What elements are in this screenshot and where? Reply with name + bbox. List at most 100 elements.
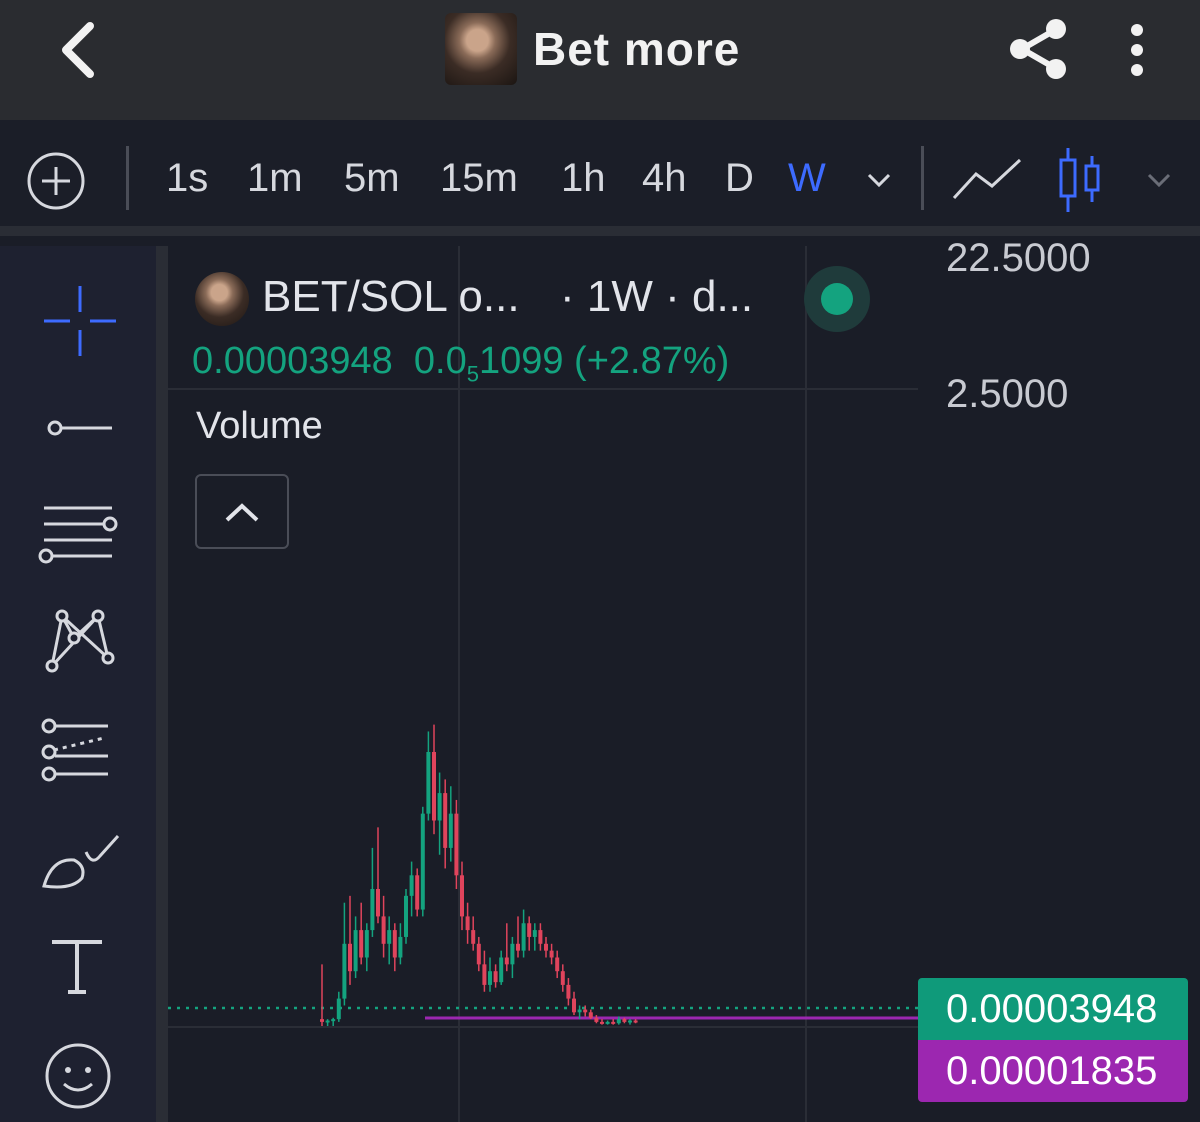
candle bbox=[633, 1019, 638, 1024]
candle bbox=[460, 861, 464, 931]
change-rest: 1099 (+2.87%) bbox=[478, 340, 730, 382]
token-avatar bbox=[445, 13, 517, 85]
horizontal-lines-tool[interactable] bbox=[30, 494, 130, 574]
candle bbox=[364, 923, 369, 972]
change-zero-count: 5 bbox=[466, 361, 479, 387]
toolbar-divider bbox=[921, 146, 924, 210]
drawing-toolbar bbox=[0, 246, 156, 1122]
timeframe-1m[interactable]: 1m bbox=[247, 156, 303, 201]
candle bbox=[381, 895, 386, 958]
candle bbox=[359, 902, 364, 965]
timeframe-15m[interactable]: 15m bbox=[440, 156, 518, 201]
pattern-tool[interactable] bbox=[30, 600, 130, 680]
candle bbox=[605, 1020, 610, 1025]
candle bbox=[398, 923, 403, 965]
projection-tool[interactable] bbox=[30, 712, 130, 792]
candle bbox=[465, 902, 470, 944]
share-button[interactable] bbox=[1005, 16, 1071, 82]
candle bbox=[415, 868, 420, 917]
chevron-down-icon bbox=[867, 173, 891, 188]
toolbar-divider bbox=[126, 146, 129, 210]
back-button[interactable] bbox=[50, 18, 110, 82]
symbol-name[interactable]: BET/SOL o... bbox=[262, 272, 520, 322]
candle bbox=[342, 902, 347, 1006]
page-title: Bet more bbox=[533, 23, 741, 75]
horizontal-lines-icon bbox=[38, 506, 118, 564]
chart-type-dropdown[interactable] bbox=[1146, 172, 1172, 188]
candle bbox=[493, 964, 498, 988]
timeframe-w[interactable]: W bbox=[788, 156, 826, 201]
candle bbox=[549, 943, 554, 965]
candle bbox=[504, 923, 509, 972]
candle bbox=[527, 916, 532, 951]
last-price-value: 0.00003948 bbox=[192, 340, 393, 382]
last-price-label: 0.00003948 bbox=[918, 978, 1188, 1040]
crosshair-tool[interactable] bbox=[30, 282, 130, 362]
change-value: 0.051099 (+2.87%) bbox=[413, 340, 730, 387]
candle bbox=[353, 916, 358, 979]
chart-toolbar: 1s 1m 5m 15m 1h 4h D W bbox=[0, 120, 1200, 236]
candle bbox=[331, 1017, 336, 1026]
collapse-legend-button[interactable] bbox=[195, 474, 289, 549]
timeframe-dropdown[interactable] bbox=[866, 172, 892, 188]
text-icon bbox=[52, 940, 102, 994]
share-icon bbox=[1010, 19, 1066, 79]
brush-icon bbox=[42, 834, 120, 889]
candle bbox=[532, 923, 537, 951]
candle bbox=[320, 964, 324, 1026]
candle bbox=[437, 772, 442, 855]
timeframe-5m[interactable]: 5m bbox=[344, 156, 400, 201]
crosshair-icon bbox=[44, 286, 116, 356]
symbol-interval: · 1W · d... bbox=[560, 272, 754, 321]
timeframe-4h[interactable]: 4h bbox=[642, 156, 687, 201]
candle bbox=[426, 731, 431, 821]
candle bbox=[611, 1019, 616, 1025]
change-prefix: 0.0 bbox=[413, 340, 467, 382]
line-chart-button[interactable] bbox=[952, 156, 1022, 204]
pattern-icon bbox=[45, 609, 115, 673]
add-indicator-button[interactable] bbox=[25, 150, 87, 212]
ohlc-values: 0.00003948 0.051099 (+2.87%) bbox=[192, 340, 729, 388]
candle bbox=[544, 936, 548, 958]
candle bbox=[448, 786, 453, 862]
candle bbox=[432, 724, 436, 835]
candle bbox=[588, 1009, 593, 1020]
text-tool[interactable] bbox=[30, 928, 130, 1008]
candle bbox=[516, 916, 520, 958]
candle bbox=[376, 827, 380, 924]
volume-label[interactable]: Volume bbox=[196, 405, 323, 448]
trend-line-icon bbox=[47, 420, 112, 436]
timeframe-d[interactable]: D bbox=[725, 156, 754, 201]
timeframe-1h[interactable]: 1h bbox=[561, 156, 606, 201]
emoji-icon bbox=[45, 1043, 111, 1109]
candle bbox=[409, 861, 414, 917]
candle bbox=[538, 923, 543, 951]
reference-price-label: 0.00001835 bbox=[918, 1040, 1188, 1102]
kebab-menu-icon bbox=[1131, 24, 1143, 76]
menu-button[interactable] bbox=[1120, 20, 1154, 80]
plus-circle-icon bbox=[27, 152, 85, 210]
candle bbox=[566, 978, 571, 1006]
candle bbox=[387, 916, 392, 965]
candle bbox=[454, 799, 459, 889]
candle bbox=[594, 1015, 599, 1024]
price-tick: 22.5000 bbox=[946, 236, 1091, 280]
line-chart-icon bbox=[952, 158, 1022, 200]
candle bbox=[471, 916, 476, 951]
emoji-tool[interactable] bbox=[30, 1036, 130, 1116]
candle bbox=[555, 950, 560, 979]
candle bbox=[600, 1019, 604, 1025]
panel-divider bbox=[156, 246, 168, 1122]
candle bbox=[482, 950, 487, 992]
candle-chart-button[interactable] bbox=[1058, 146, 1102, 214]
candle bbox=[404, 889, 408, 944]
candle bbox=[325, 1019, 330, 1026]
trend-line-tool[interactable] bbox=[30, 388, 130, 468]
candlestick-icon bbox=[1059, 148, 1100, 212]
candle bbox=[476, 936, 481, 972]
timeframe-1s[interactable]: 1s bbox=[166, 156, 208, 201]
projection-icon bbox=[41, 718, 108, 782]
market-status-indicator[interactable] bbox=[804, 266, 870, 332]
brush-tool[interactable] bbox=[30, 826, 130, 906]
app-header: Bet more bbox=[0, 0, 1200, 120]
